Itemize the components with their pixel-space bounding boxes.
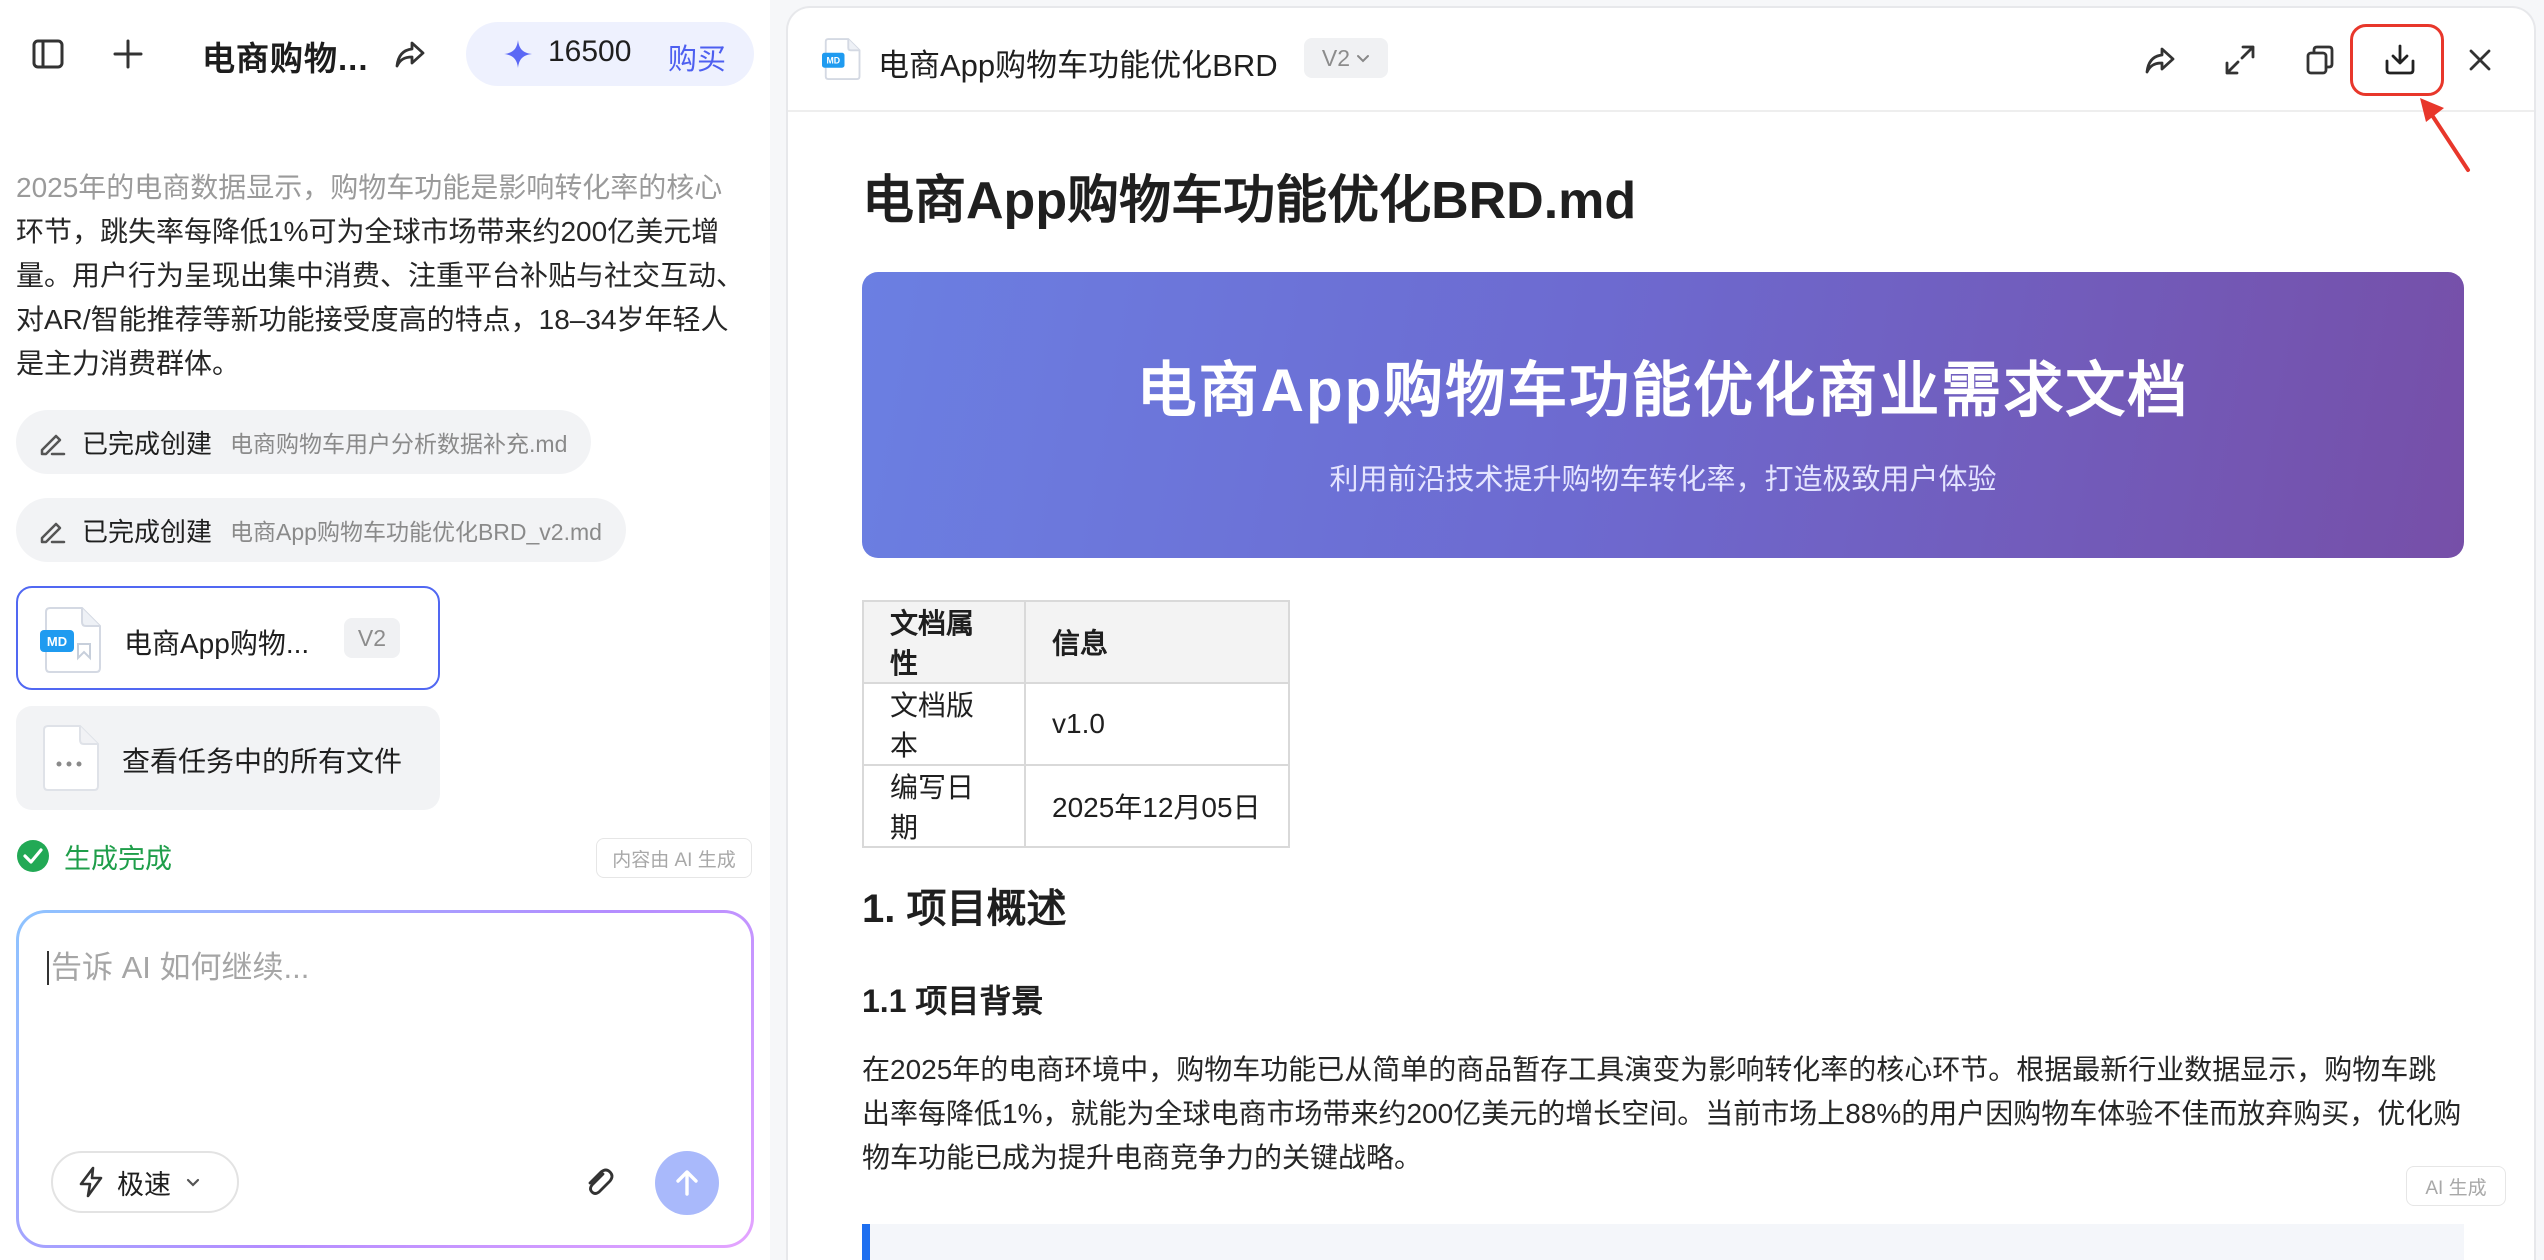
message-line: 量。用户行为呈现出集中消费、注重平台补贴与社交互动、 — [16, 260, 745, 291]
md-file-card[interactable]: MD 电商App购物... V2 — [16, 586, 440, 690]
version-selector[interactable]: V2 — [1304, 38, 1388, 78]
md-file-icon: MD — [822, 36, 862, 82]
ai-generated-note: 内容由 AI 生成 — [596, 838, 752, 878]
chat-title: 电商购物... — [202, 40, 369, 77]
send-button[interactable] — [655, 1151, 719, 1215]
close-button[interactable] — [2452, 32, 2508, 88]
blockquote — [862, 1224, 2464, 1260]
more-file-icon — [42, 724, 100, 792]
message-line: 是主力消费群体。 — [16, 348, 241, 379]
paperclip-icon — [581, 1165, 617, 1201]
hero-subtitle: 利用前沿技术提升购物车转化率，打造极致用户体验 — [1329, 464, 1997, 496]
svg-text:MD: MD — [826, 55, 840, 65]
assistant-message: 2025年的电商数据显示，购物车功能是影响转化率的核心 环节，跳失率每降低1%可… — [16, 166, 756, 386]
table-row: 文档版本 v1.0 — [862, 682, 1290, 766]
fullscreen-button[interactable] — [2212, 32, 2268, 88]
sidebar-toggle-button[interactable] — [20, 26, 76, 82]
table-cell: v1.0 — [1024, 682, 1290, 766]
credits-pill: 16500 购买 — [466, 22, 754, 86]
plus-icon — [111, 37, 145, 71]
table-cell: 文档版本 — [862, 682, 1026, 766]
hero-banner: 电商App购物车功能优化商业需求文档 利用前沿技术提升购物车转化率，打造极致用户… — [862, 272, 2464, 558]
expand-icon — [2223, 43, 2257, 77]
copy-icon — [2303, 43, 2337, 77]
created-file-item[interactable]: 已完成创建 电商App购物车功能优化BRD_v2.md — [16, 498, 626, 562]
download-button[interactable] — [2372, 32, 2428, 88]
attach-file-button[interactable] — [573, 1157, 625, 1209]
version-label: V2 — [1321, 44, 1351, 71]
chat-input-box[interactable]: 告诉 AI 如何继续... 极速 — [16, 910, 754, 1248]
table-header-cell: 文档属性 — [862, 600, 1026, 684]
sparkle-icon — [502, 38, 534, 70]
share-icon — [2142, 42, 2178, 78]
download-icon — [2382, 42, 2418, 78]
speed-mode-label: 极速 — [117, 1169, 171, 1200]
document-preview-panel: MD 电商App购物车功能优化BRD V2 电商App购物车功能优化BRD.md… — [786, 6, 2536, 1260]
buy-credits-button[interactable]: 购买 — [668, 36, 726, 78]
document-heading: 电商App购物车功能优化BRD.md — [862, 172, 1637, 230]
file-card-name: 电商App购物... — [124, 628, 310, 659]
table-header-row: 文档属性 信息 — [862, 600, 1290, 684]
speed-mode-select[interactable]: 极速 — [51, 1151, 239, 1213]
view-all-files-label: 查看任务中的所有文件 — [122, 746, 403, 777]
chat-input-placeholder[interactable]: 告诉 AI 如何继续... — [47, 951, 309, 985]
copy-button[interactable] — [2292, 32, 2348, 88]
view-all-files-button[interactable]: 查看任务中的所有文件 — [16, 706, 440, 810]
created-file-name: 电商App购物车功能优化BRD_v2.md — [230, 519, 602, 545]
document-title: 电商App购物车功能优化BRD — [878, 48, 1278, 83]
table-cell: 2025年12月05日 — [1024, 764, 1290, 848]
check-circle-icon — [16, 839, 50, 873]
chevron-down-icon — [185, 1176, 201, 1188]
ai-generated-badge: AI 生成 — [2406, 1166, 2506, 1206]
share-icon — [392, 36, 428, 72]
table-row: 编写日期 2025年12月05日 — [862, 764, 1290, 848]
section-heading: 1. 项目概述 — [862, 887, 1067, 931]
subsection-heading: 1.1 项目背景 — [862, 983, 1044, 1019]
annotation-arrow-icon — [2420, 98, 2470, 172]
lightning-icon — [77, 1166, 105, 1198]
created-label: 已完成创建 — [82, 428, 213, 459]
table-header-cell: 信息 — [1024, 600, 1290, 684]
generation-status-text: 生成完成 — [64, 843, 172, 874]
message-line: 环节，跳失率每降低1%可为全球市场带来约200亿美元增 — [16, 216, 720, 247]
share-document-button[interactable] — [2132, 32, 2188, 88]
generation-status: 生成完成 — [16, 836, 172, 876]
created-file-item[interactable]: 已完成创建 电商购物车用户分析数据补充.md — [16, 410, 592, 474]
hero-title: 电商App购物车功能优化商业需求文档 — [1136, 357, 2190, 424]
document-header: MD 电商App购物车功能优化BRD V2 — [788, 8, 2534, 112]
svg-text:MD: MD — [47, 634, 67, 649]
created-file-name: 电商购物车用户分析数据补充.md — [230, 431, 568, 457]
created-label: 已完成创建 — [82, 516, 213, 547]
file-version-badge: V2 — [344, 618, 400, 658]
message-line: 对AR/智能推荐等新功能接受度高的特点，18–34岁年轻人 — [16, 304, 729, 335]
sidebar-icon — [30, 36, 66, 72]
new-chat-button[interactable] — [100, 26, 156, 82]
md-file-icon: MD — [40, 606, 104, 674]
chevron-down-icon — [1356, 53, 1370, 63]
edit-icon — [36, 426, 68, 458]
document-meta-table: 文档属性 信息 文档版本 v1.0 编写日期 2025年12月05日 — [862, 600, 1290, 848]
close-icon — [2465, 45, 2495, 75]
section-paragraph: 在2025年的电商环境中，购物车功能已从简单的商品暂存工具演变为影响转化率的核心… — [862, 1054, 2462, 1173]
credits-value: 16500 — [548, 35, 632, 68]
edit-icon — [36, 514, 68, 546]
message-line: 2025年的电商数据显示，购物车功能是影响转化率的核心 — [16, 172, 723, 203]
arrow-up-icon — [672, 1168, 702, 1198]
table-cell: 编写日期 — [862, 764, 1026, 848]
chat-panel: 电商购物... 16500 购买 2025年的电商数据显示，购物车功能是影响转化… — [0, 0, 770, 1260]
share-chat-button[interactable] — [382, 26, 438, 82]
